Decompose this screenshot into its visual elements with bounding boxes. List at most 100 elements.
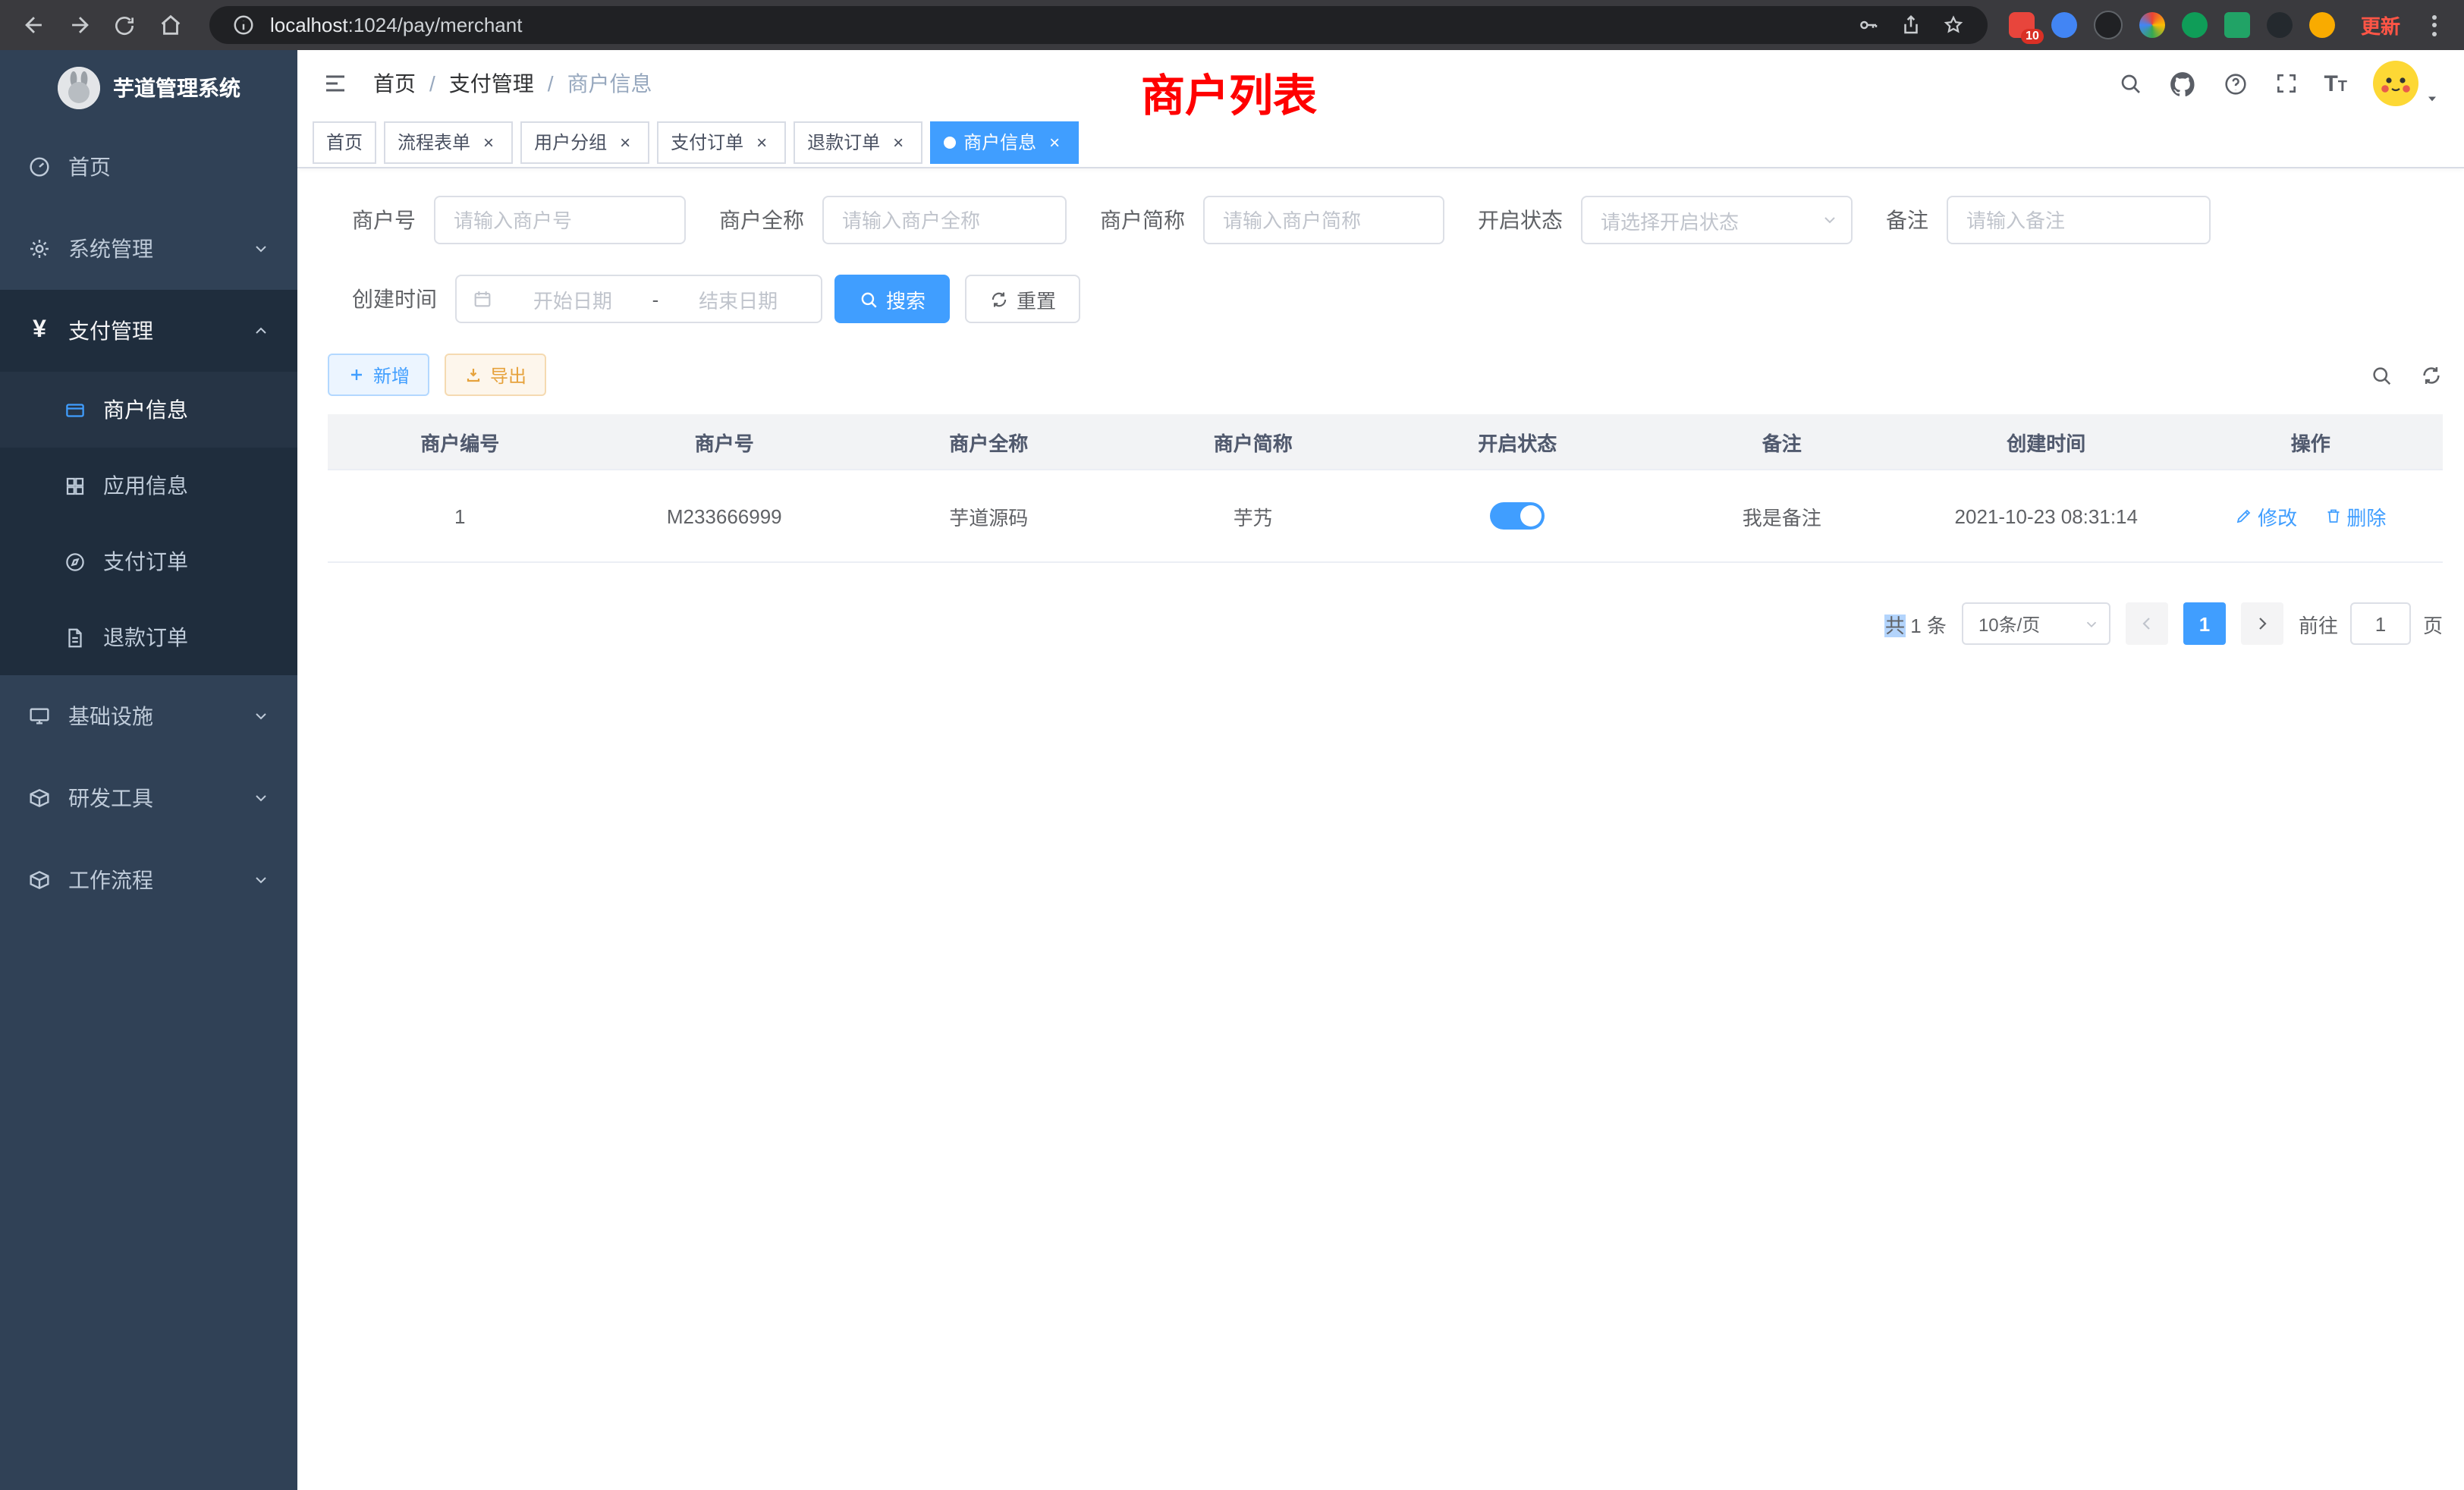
- sidebar-item-merchant-info[interactable]: 商户信息: [0, 372, 297, 448]
- col-full-name: 商户全称: [856, 414, 1121, 470]
- goto-page-input[interactable]: [2350, 602, 2411, 645]
- logo-avatar-icon: [57, 67, 99, 109]
- close-icon[interactable]: ×: [478, 131, 499, 152]
- filter-form: 商户号 商户全称 商户简称 开启状态 请选择开启状态: [328, 193, 2443, 350]
- next-page-button[interactable]: [2241, 602, 2283, 645]
- add-button[interactable]: 新增: [328, 354, 429, 396]
- full-name-input[interactable]: [822, 196, 1067, 244]
- app-logo[interactable]: 芋道管理系统: [0, 50, 297, 126]
- browser-reload-button[interactable]: [106, 7, 143, 43]
- github-icon[interactable]: [2167, 69, 2196, 98]
- sidebar-fold-icon[interactable]: [322, 70, 349, 97]
- status-label: 开启状态: [1478, 205, 1563, 235]
- tab-user-group[interactable]: 用户分组×: [520, 121, 649, 163]
- sidebar: 芋道管理系统 首页 系统管理 ¥ 支付管理: [0, 50, 297, 1490]
- cell-remark: 我是备注: [1650, 470, 1915, 562]
- app-title: 芋道管理系统: [113, 73, 240, 103]
- sidebar-item-dev-tools[interactable]: 研发工具: [0, 757, 297, 839]
- sidebar-item-infra[interactable]: 基础设施: [0, 675, 297, 757]
- extension-icon[interactable]: 10: [2009, 12, 2035, 38]
- page-size-select[interactable]: 10条/页: [1962, 602, 2110, 645]
- status-select[interactable]: 请选择开启状态: [1581, 196, 1853, 244]
- user-menu[interactable]: [2373, 61, 2440, 106]
- delete-link[interactable]: 删除: [2324, 501, 2386, 530]
- breadcrumb-home[interactable]: 首页: [373, 68, 416, 99]
- status-toggle[interactable]: [1490, 502, 1545, 530]
- edit-link[interactable]: 修改: [2235, 501, 2297, 530]
- close-icon[interactable]: ×: [614, 131, 636, 152]
- extension-icon[interactable]: [2224, 12, 2250, 38]
- chevron-right-icon: [2253, 615, 2271, 633]
- sidebar-item-label: 退款订单: [103, 622, 188, 652]
- tab-home[interactable]: 首页: [313, 121, 376, 163]
- page-number-button[interactable]: 1: [2183, 602, 2226, 645]
- page-annotation: 商户列表: [1141, 61, 1317, 124]
- prev-page-button[interactable]: [2126, 602, 2168, 645]
- extension-icon[interactable]: [2267, 12, 2293, 38]
- password-key-icon[interactable]: [1854, 10, 1884, 40]
- export-button[interactable]: 导出: [445, 354, 546, 396]
- cell-short-name: 芋艿: [1121, 470, 1386, 562]
- grid-icon: [64, 474, 86, 497]
- create-time-range-picker[interactable]: 开始日期 - 结束日期: [455, 275, 822, 323]
- merchant-no-input[interactable]: [434, 196, 686, 244]
- extension-icon[interactable]: [2139, 12, 2165, 38]
- sidebar-item-pay-order[interactable]: 支付订单: [0, 523, 297, 599]
- fullscreen-icon[interactable]: [2274, 71, 2298, 96]
- payment-submenu: 商户信息 应用信息 支付订单 退款订单: [0, 372, 297, 675]
- short-name-input[interactable]: [1203, 196, 1444, 244]
- sidebar-item-home[interactable]: 首页: [0, 126, 297, 208]
- date-end-placeholder[interactable]: 结束日期: [671, 284, 806, 313]
- browser-update-button[interactable]: 更新: [2361, 11, 2400, 39]
- bookmark-star-icon[interactable]: [1939, 10, 1969, 40]
- page-info-icon[interactable]: [228, 10, 258, 40]
- cell-merchant-id: 1: [328, 470, 592, 562]
- search-button[interactable]: 搜索: [834, 275, 950, 323]
- browser-back-button[interactable]: [15, 7, 52, 43]
- profile-avatar-icon[interactable]: [2309, 12, 2335, 38]
- sidebar-item-label: 基础设施: [68, 701, 153, 731]
- compass-icon: [64, 550, 86, 573]
- sidebar-item-refund-order[interactable]: 退款订单: [0, 599, 297, 675]
- toggle-search-icon[interactable]: [2370, 363, 2393, 386]
- help-icon[interactable]: [2222, 71, 2248, 96]
- sidebar-item-workflow[interactable]: 工作流程: [0, 839, 297, 921]
- extension-icon[interactable]: [2182, 12, 2208, 38]
- close-icon[interactable]: ×: [1044, 131, 1065, 152]
- sidebar-item-app-info[interactable]: 应用信息: [0, 448, 297, 523]
- browser-forward-button[interactable]: [61, 7, 97, 43]
- extension-badge: 10: [2021, 29, 2044, 44]
- close-icon[interactable]: ×: [751, 131, 772, 152]
- remark-input[interactable]: [1947, 196, 2211, 244]
- sidebar-item-payment[interactable]: ¥ 支付管理: [0, 290, 297, 372]
- table-toolbar: 新增 导出: [328, 354, 2443, 396]
- sidebar-item-label: 系统管理: [68, 234, 153, 264]
- share-icon[interactable]: [1897, 10, 1927, 40]
- main-area: 商户列表 首页 支付管理 商户信息: [297, 50, 2464, 1490]
- screen: localhost:1024/pay/merchant 10 更新: [0, 0, 2464, 1490]
- plus-icon: [347, 366, 366, 384]
- browser-menu-icon[interactable]: [2423, 8, 2446, 42]
- cell-full-name: 芋道源码: [856, 470, 1121, 562]
- browser-home-button[interactable]: [152, 7, 188, 43]
- date-start-placeholder[interactable]: 开始日期: [505, 284, 640, 313]
- download-icon: [464, 366, 482, 384]
- address-bar[interactable]: localhost:1024/pay/merchant: [209, 6, 1988, 44]
- reset-button[interactable]: 重置: [965, 275, 1080, 323]
- tab-merchant-info[interactable]: 商户信息×: [930, 121, 1079, 163]
- col-create-time: 创建时间: [1914, 414, 2179, 470]
- breadcrumb-payment[interactable]: 支付管理: [416, 68, 534, 99]
- tab-process-form[interactable]: 流程表单×: [384, 121, 513, 163]
- extension-icon[interactable]: [2094, 11, 2123, 39]
- extension-icon[interactable]: [2051, 12, 2077, 38]
- font-size-icon[interactable]: TT: [2324, 72, 2347, 95]
- url-text: localhost:1024/pay/merchant: [270, 14, 522, 36]
- search-icon[interactable]: [2117, 71, 2142, 96]
- tab-pay-order[interactable]: 支付订单×: [657, 121, 786, 163]
- sidebar-item-system[interactable]: 系统管理: [0, 208, 297, 290]
- refresh-table-icon[interactable]: [2420, 363, 2443, 386]
- box-icon: [27, 868, 52, 892]
- chevron-down-icon: [252, 871, 270, 889]
- tab-refund-order[interactable]: 退款订单×: [794, 121, 922, 163]
- close-icon[interactable]: ×: [888, 131, 909, 152]
